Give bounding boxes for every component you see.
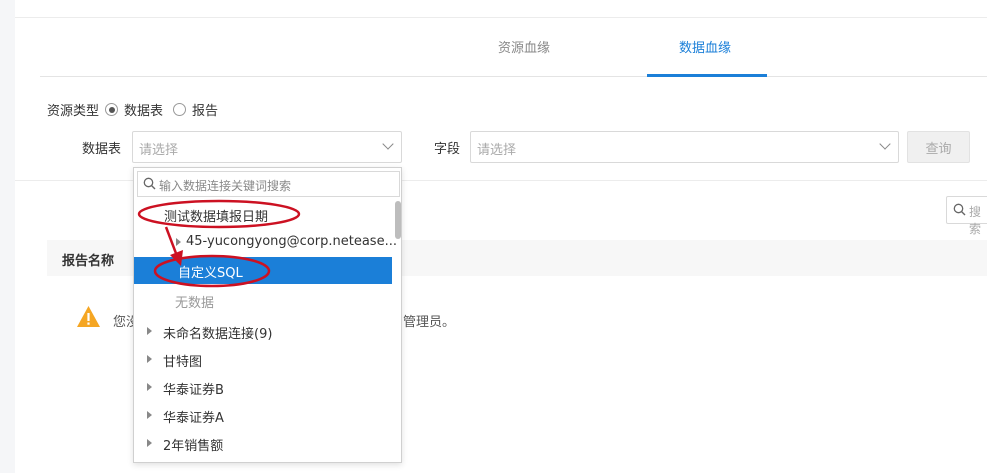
chevron-down-icon	[382, 138, 394, 150]
caret-right-icon[interactable]	[176, 238, 181, 246]
search-placeholder: 搜索	[969, 205, 982, 236]
radio-option-table[interactable]: 数据表	[105, 100, 163, 119]
tree-item-label: 未命名数据连接(9)	[163, 327, 273, 342]
caret-right-icon[interactable]	[147, 439, 152, 447]
column-report-name: 报告名称	[62, 254, 115, 269]
radio-report-label: 报告	[192, 104, 219, 119]
table-select-placeholder: 请选择	[139, 143, 179, 158]
field-select[interactable]: 请选择	[470, 131, 899, 163]
radio-report[interactable]	[173, 103, 187, 116]
tab-data-lineage[interactable]: 数据血缘	[679, 37, 731, 56]
notice-text-end: 管理员。	[403, 315, 456, 330]
dropdown-search-input[interactable]: 输入数据连接关键词搜索	[137, 171, 400, 197]
query-button[interactable]: 查询	[907, 131, 970, 163]
table-select[interactable]: 请选择	[132, 131, 402, 163]
top-divider	[15, 17, 987, 18]
tree-item-huatai-b[interactable]: 华泰证券B	[134, 374, 392, 401]
tabs-divider	[40, 76, 987, 77]
radio-table-label: 数据表	[124, 104, 164, 119]
dropdown-search-placeholder: 输入数据连接关键词搜索	[159, 179, 292, 193]
tree-item-unnamed-connection[interactable]: 未命名数据连接(9)	[134, 318, 392, 345]
tree-item-test-fill-date[interactable]: 测试数据填报日期	[134, 201, 392, 228]
caret-right-icon[interactable]	[147, 327, 152, 335]
table-select-label: 数据表	[82, 142, 122, 157]
tree-item-huatai-a[interactable]: 华泰证券A	[134, 402, 392, 429]
tree-item-label: 华泰证券B	[163, 383, 224, 398]
caret-right-icon[interactable]	[147, 411, 152, 419]
tree-item-custom-sql[interactable]: 自定义SQL	[134, 257, 392, 284]
warning-icon	[76, 305, 101, 332]
caret-right-icon[interactable]	[147, 383, 152, 391]
warning-notice	[76, 305, 101, 332]
resource-type-filter: 资源类型 数据表 报告	[47, 100, 228, 119]
tree-item-no-data: 无数据	[134, 287, 392, 314]
radio-option-report[interactable]: 报告	[173, 100, 218, 119]
tree-item-label: 甘特图	[163, 355, 203, 370]
tree-item-gantt[interactable]: 甘特图	[134, 346, 392, 373]
caret-right-icon[interactable]	[147, 355, 152, 363]
tree-item-2yr-sales[interactable]: 2年销售额	[134, 430, 392, 457]
field-select-label: 字段	[434, 142, 461, 157]
radio-table[interactable]	[105, 103, 119, 116]
report-search-input[interactable]: 搜索	[946, 196, 987, 236]
resource-type-label: 资源类型	[47, 104, 100, 119]
tree-item-label: 自定义SQL	[178, 266, 243, 281]
tree-item-label: 测试数据填报日期	[164, 210, 269, 225]
tree-item-label: 无数据	[175, 296, 215, 311]
search-icon	[143, 177, 156, 194]
tree-item-label: 2年销售额	[163, 439, 224, 454]
tab-resource-lineage[interactable]: 资源血缘	[498, 37, 550, 56]
tree-item-label: 45-yucongyong@corp.netease...	[186, 234, 397, 249]
chevron-down-icon	[879, 138, 891, 150]
tree-item-connection-yucongyong[interactable]: 45-yucongyong@corp.netease...	[134, 229, 397, 256]
tree-item-label: 华泰证券A	[163, 411, 224, 426]
table-select-dropdown: 输入数据连接关键词搜索 测试数据填报日期 45-yucongyong@corp.…	[133, 167, 402, 463]
active-tab-indicator	[647, 74, 767, 77]
field-select-placeholder: 请选择	[477, 143, 517, 158]
search-icon	[953, 203, 966, 220]
